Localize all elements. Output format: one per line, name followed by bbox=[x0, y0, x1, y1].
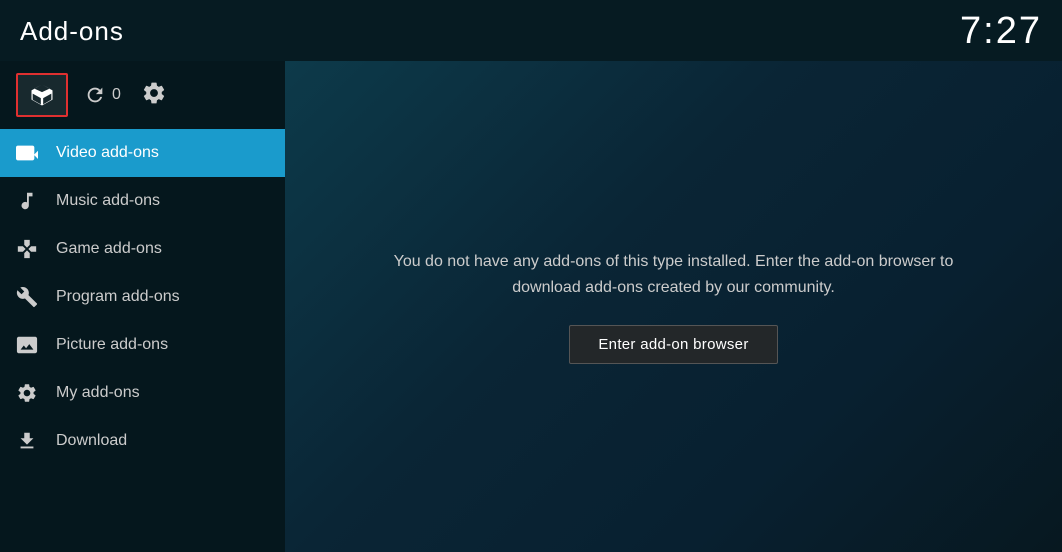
sidebar-item-picture-label: Picture add-ons bbox=[56, 336, 168, 354]
sidebar-item-video-label: Video add-ons bbox=[56, 144, 159, 162]
gear-icon bbox=[141, 80, 167, 106]
box-icon bbox=[28, 81, 56, 109]
game-icon bbox=[16, 238, 38, 260]
clock: 7:27 bbox=[960, 10, 1042, 53]
settings-button[interactable] bbox=[141, 80, 167, 111]
video-icon bbox=[16, 142, 38, 164]
sidebar-item-game[interactable]: Game add-ons bbox=[0, 225, 285, 273]
toolbar: 0 bbox=[0, 61, 285, 129]
sidebar-item-program[interactable]: Program add-ons bbox=[0, 273, 285, 321]
sidebar-item-myaddon-label: My add-ons bbox=[56, 384, 140, 402]
sidebar-item-program-label: Program add-ons bbox=[56, 288, 180, 306]
enter-browser-button[interactable]: Enter add-on browser bbox=[569, 325, 777, 364]
header: Add-ons 7:27 bbox=[0, 0, 1062, 61]
page-title: Add-ons bbox=[20, 16, 124, 47]
sidebar: 0 Video add-ons bbox=[0, 61, 285, 552]
myaddon-icon bbox=[16, 382, 38, 404]
addon-icon-button[interactable] bbox=[16, 73, 68, 117]
nav-list: Video add-ons Music add-ons Game add-ons bbox=[0, 129, 285, 552]
sidebar-item-music[interactable]: Music add-ons bbox=[0, 177, 285, 225]
picture-icon bbox=[16, 334, 38, 356]
sidebar-item-music-label: Music add-ons bbox=[56, 192, 160, 210]
sidebar-item-myaddon[interactable]: My add-ons bbox=[0, 369, 285, 417]
main-layout: 0 Video add-ons bbox=[0, 61, 1062, 552]
sidebar-item-download[interactable]: Download bbox=[0, 417, 285, 465]
sidebar-item-video[interactable]: Video add-ons bbox=[0, 129, 285, 177]
empty-message: You do not have any add-ons of this type… bbox=[394, 249, 954, 300]
sidebar-item-download-label: Download bbox=[56, 432, 127, 450]
refresh-count: 0 bbox=[112, 86, 121, 104]
refresh-button[interactable]: 0 bbox=[84, 84, 121, 106]
program-icon bbox=[16, 286, 38, 308]
sidebar-item-game-label: Game add-ons bbox=[56, 240, 162, 258]
sidebar-item-picture[interactable]: Picture add-ons bbox=[0, 321, 285, 369]
refresh-icon bbox=[84, 84, 106, 106]
content-area: You do not have any add-ons of this type… bbox=[285, 61, 1062, 552]
download-icon bbox=[16, 430, 38, 452]
music-icon bbox=[16, 190, 38, 212]
